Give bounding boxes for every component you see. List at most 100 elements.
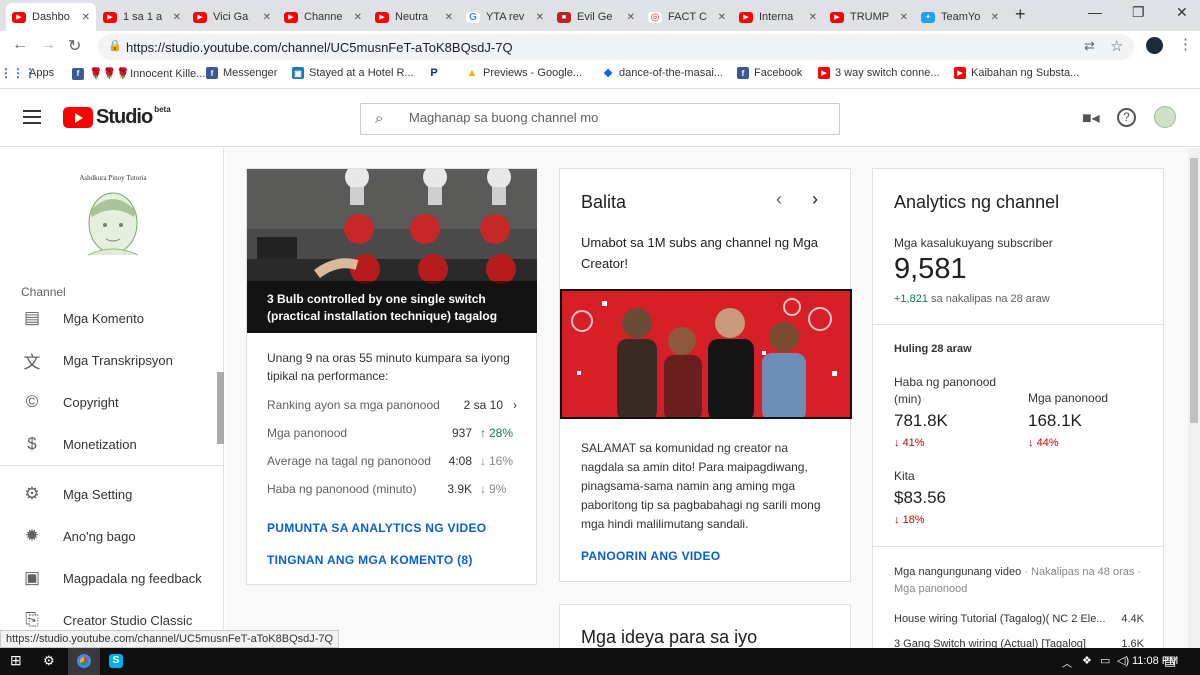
beta-label: beta <box>154 105 171 114</box>
skype-icon[interactable]: S <box>109 654 123 668</box>
sidebar-item-feedback[interactable]: ▣ Magpadala ng feedback <box>0 559 224 597</box>
browser-tab[interactable]: G YTA rev ✕ <box>460 3 550 31</box>
close-icon[interactable]: ✕ <box>173 12 181 23</box>
browser-tab[interactable]: ✦ TeamYo ✕ <box>915 3 1005 31</box>
top-video-row[interactable]: House wiring Tutorial (Tagalog)( NC 2 El… <box>894 613 1144 625</box>
new-tab-button[interactable]: + <box>1015 4 1026 25</box>
address-bar[interactable]: 🔒 https://studio.youtube.com/channel/UC5… <box>98 34 1134 60</box>
watch-video-link[interactable]: PANOORIN ANG VIDEO <box>581 549 720 563</box>
facebook-icon: f <box>72 67 84 80</box>
browser-menu-icon[interactable]: ⋮ <box>1178 35 1193 53</box>
page-scrollbar[interactable] <box>1188 148 1200 648</box>
browser-tab[interactable]: ■ Evil Ge ✕ <box>551 3 641 31</box>
bookmark-label: 🌹🌹🌹Innocent Kille... <box>89 68 206 80</box>
bookmark-item[interactable]: ▶ 3 way switch conne... <box>818 67 940 79</box>
browser-tab[interactable]: ▶ 1 sa 1 a ✕ <box>97 3 187 31</box>
bookmark-apps[interactable]: ⋮⋮⋮ Apps <box>0 66 54 80</box>
bookmark-item[interactable]: ▶ Kaibahan ng Substa... <box>954 67 1079 79</box>
watch-time-change-value: 41% <box>902 437 925 449</box>
reload-icon[interactable]: ↻ <box>68 36 81 56</box>
youtube-icon: ▶ <box>818 67 830 79</box>
browser-tab[interactable]: ▶ Neutra ✕ <box>369 3 459 31</box>
forward-arrow-icon[interactable]: → <box>40 36 56 54</box>
browser-tab-title: YTA rev <box>486 11 525 23</box>
browser-tab[interactable]: ▶ TRUMP ✕ <box>824 3 914 31</box>
chevron-up-icon[interactable]: ︿ <box>1062 655 1072 670</box>
bookmark-item[interactable]: f 🌹🌹🌹Innocent Kille... <box>72 67 205 80</box>
help-icon[interactable]: ? <box>1117 108 1136 127</box>
lock-icon[interactable]: 🔒 <box>108 39 122 52</box>
views-change: ↓ 44% <box>1028 437 1059 449</box>
close-icon[interactable]: ✕ <box>82 12 90 23</box>
close-icon[interactable]: ✕ <box>445 12 453 23</box>
windows-start-icon[interactable]: ⊞ <box>10 652 22 669</box>
google-icon: G <box>466 11 480 23</box>
views-change-value: 44% <box>1036 437 1059 449</box>
stat-row: Average na tagal ng panonood 4:08 ↓ 16% <box>267 454 517 468</box>
watch-time-label: Haba ng panonood (min) <box>894 375 997 406</box>
chevron-left-icon[interactable]: ‹ <box>776 189 782 210</box>
close-icon[interactable]: ✕ <box>536 12 544 23</box>
hamburger-menu-icon[interactable] <box>23 110 41 124</box>
bookmark-item[interactable]: P <box>428 67 445 79</box>
page-scrollbar-thumb[interactable] <box>1190 158 1198 423</box>
bookmark-item[interactable]: f Facebook <box>737 67 802 79</box>
search-input[interactable] <box>409 110 829 125</box>
ranking-row[interactable]: Ranking ayon sa mga panonood 2 sa 10 › <box>267 398 517 412</box>
bookmark-item[interactable]: f Messenger <box>206 67 277 79</box>
sidebar-item-copyright[interactable]: © Copyright <box>0 383 224 421</box>
video-thumbnail[interactable]: 3 Bulb controlled by one single switch (… <box>247 169 537 333</box>
maximize-window-button[interactable]: ❐ <box>1132 4 1145 21</box>
sidebar-item-label: Magpadala ng feedback <box>63 570 202 586</box>
video-comments-link[interactable]: TINGNAN ANG MGA KOMENTO (8) <box>267 553 473 567</box>
volume-icon[interactable]: ◁) <box>1117 654 1129 667</box>
sidebar-item-comments[interactable]: ▤ Mga Komento <box>0 299 224 337</box>
bookmark-star-icon[interactable]: ☆ <box>1110 37 1123 55</box>
profile-avatar-icon[interactable] <box>1146 37 1163 54</box>
chrome-taskbar-button[interactable] <box>68 648 100 675</box>
action-center-icon[interactable]: ▤ <box>1164 653 1176 669</box>
browser-tab[interactable]: ▶ Channe ✕ <box>278 3 368 31</box>
close-icon[interactable]: ✕ <box>991 12 999 23</box>
minimize-window-button[interactable]: — <box>1088 4 1102 20</box>
sidebar-item-whats-new[interactable]: ✹ Ano'ng bago <box>0 517 224 555</box>
browser-tab-title: TRUMP <box>850 11 890 23</box>
close-window-button[interactable]: ✕ <box>1176 4 1188 21</box>
close-icon[interactable]: ✕ <box>263 12 271 23</box>
channel-avatar[interactable]: Ashdkura Pinoy Tutoria <box>68 173 158 263</box>
video-title[interactable]: 3 Bulb controlled by one single switch (… <box>267 291 527 325</box>
close-icon[interactable]: ✕ <box>354 12 362 23</box>
address-bar-url[interactable]: https://studio.youtube.com/channel/UC5mu… <box>126 40 513 55</box>
dropbox-tray-icon[interactable]: ❖ <box>1082 654 1092 667</box>
sidebar-item-monetization[interactable]: $ Monetization <box>0 425 224 463</box>
battery-icon[interactable]: ▭ <box>1100 654 1110 667</box>
browser-tab[interactable]: ▶ Interna ✕ <box>733 3 823 31</box>
bookmark-item[interactable]: ❖ dance-of-the-masai... <box>602 67 723 80</box>
sidebar-item-settings[interactable]: ⚙ Mga Setting <box>0 475 224 513</box>
sidebar-item-transcriptions[interactable]: 文 Mga Transkripsyon <box>0 341 224 379</box>
settings-gear-icon[interactable]: ⚙ <box>43 653 55 669</box>
close-icon[interactable]: ✕ <box>718 12 726 23</box>
sidebar-scrollbar[interactable] <box>217 372 224 444</box>
bookmark-item[interactable]: ▲ Previews - Google... <box>466 67 582 79</box>
browser-tab[interactable]: ◎ FACT C ✕ <box>642 3 732 31</box>
close-icon[interactable]: ✕ <box>809 12 817 23</box>
studio-logo[interactable]: Studio beta <box>63 105 171 129</box>
browser-tab[interactable]: ▶ Vici Ga ✕ <box>187 3 277 31</box>
stat-change: 16% <box>489 454 514 468</box>
close-icon[interactable]: ✕ <box>900 12 908 23</box>
close-icon[interactable]: ✕ <box>627 12 635 23</box>
chevron-right-icon[interactable]: › <box>812 189 818 210</box>
account-avatar[interactable] <box>1154 106 1176 128</box>
period-label: Huling 28 araw <box>894 343 972 355</box>
search-icon[interactable]: ⌕ <box>375 110 383 127</box>
news-image[interactable] <box>560 289 852 419</box>
bookmark-item[interactable]: ▣ Stayed at a Hotel R... <box>292 67 414 79</box>
translate-page-icon[interactable]: ⇄ <box>1084 38 1095 54</box>
browser-tab[interactable]: ▶ Dashbo ✕ <box>6 3 96 31</box>
back-arrow-icon[interactable]: ← <box>12 36 28 54</box>
video-analytics-link[interactable]: PUMUNTA SA ANALYTICS NG VIDEO <box>267 521 486 535</box>
create-video-icon[interactable]: ■◂ <box>1082 108 1100 128</box>
channel-search-box[interactable]: ⌕ <box>360 103 840 135</box>
youtube-icon: ▶ <box>103 11 117 23</box>
